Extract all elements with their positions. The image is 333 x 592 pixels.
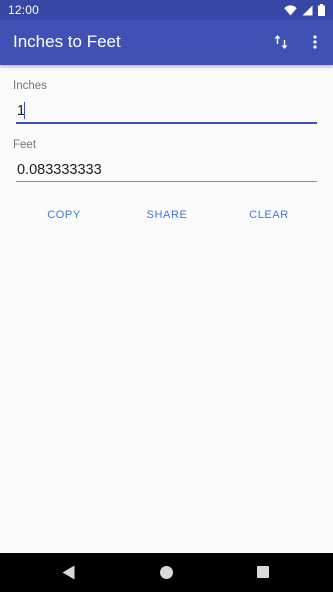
more-options-button[interactable]	[306, 31, 324, 53]
copy-button[interactable]: COPY	[40, 204, 88, 226]
share-button[interactable]: SHARE	[140, 204, 194, 226]
feet-label: Feet	[13, 139, 37, 151]
text-cursor	[24, 102, 25, 119]
more-vert-icon	[313, 35, 317, 49]
status-icons	[284, 4, 325, 16]
inches-underline	[16, 122, 317, 124]
swap-units-button[interactable]	[270, 31, 292, 53]
battery-icon	[318, 4, 325, 16]
recents-icon[interactable]	[257, 566, 269, 578]
status-bar: 12:00	[0, 0, 333, 20]
feet-underline	[16, 181, 317, 182]
back-icon[interactable]	[62, 565, 75, 580]
signal-icon	[302, 5, 313, 15]
feet-input[interactable]	[16, 158, 317, 182]
screen: 12:00 Inches to Feet Inches 1 Feet 0.083…	[0, 0, 333, 592]
home-icon[interactable]	[160, 566, 173, 579]
swap-vert-icon	[274, 35, 288, 49]
status-time: 12:00	[8, 3, 40, 17]
app-title: Inches to Feet	[13, 32, 121, 51]
app-bar: Inches to Feet	[0, 20, 333, 65]
inches-label: Inches	[13, 80, 47, 92]
inches-input[interactable]	[16, 99, 317, 123]
wifi-icon	[284, 4, 297, 15]
clear-button[interactable]: CLEAR	[244, 204, 294, 226]
navigation-bar	[0, 553, 333, 592]
